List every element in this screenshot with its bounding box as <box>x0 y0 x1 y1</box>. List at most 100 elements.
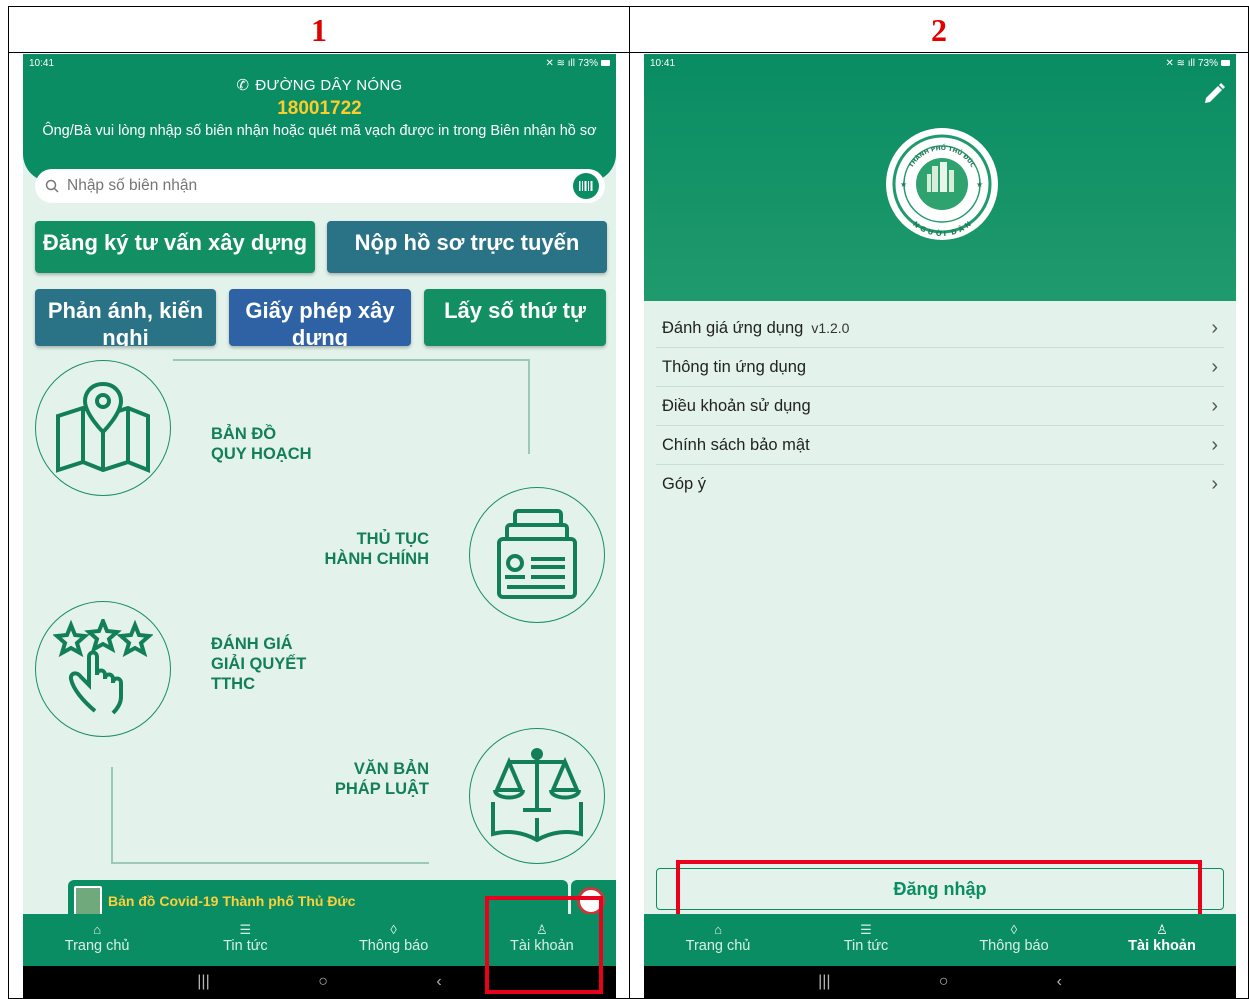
connector-line <box>173 359 529 361</box>
back-icon[interactable]: ‹ <box>436 973 441 991</box>
legal-docs-label-line1: VĂN BẢN <box>353 760 429 778</box>
admin-procedure-label-line2: HÀNH CHÍNH <box>324 550 430 568</box>
tab-news[interactable]: ☰ Tin tức <box>792 914 940 966</box>
home-icon: ⌂ <box>714 922 722 937</box>
planning-map-circle[interactable] <box>35 360 171 496</box>
rating-hand-icon <box>53 619 153 715</box>
recent-apps-icon[interactable]: ||| <box>818 973 830 991</box>
home-icon: ⌂ <box>93 922 102 937</box>
tab-notifications[interactable]: ◊ Thông báo <box>320 914 468 966</box>
menu-item-label: Thông tin ứng dụng <box>662 357 807 376</box>
planning-map-label-line1: BẢN ĐỒ <box>211 425 277 443</box>
city-logo-icon: THÀNH PHỐ THỦ ĐỨC NGƯỜI DÂN ★ ★ <box>892 134 992 236</box>
legal-docs-circle[interactable] <box>469 728 605 864</box>
panel-1: 1 10:41 ✕ ≋ ıll 73% ✆ ĐƯỜNG DÂY NÓNG 180… <box>8 6 630 999</box>
barcode-scan-button[interactable] <box>573 173 599 199</box>
chevron-right-icon: › <box>1211 316 1218 339</box>
connector-line <box>111 862 429 864</box>
queue-number-button[interactable]: Lấy số thứ tự <box>424 289 606 346</box>
comparison-frame: 1 10:41 ✕ ≋ ıll 73% ✆ ĐƯỜNG DÂY NÓNG 180… <box>0 0 1249 999</box>
signal-icon: ✕ ≋ ıll <box>1165 57 1195 69</box>
submit-online-button[interactable]: Nộp hồ sơ trực tuyến <box>327 221 607 273</box>
account-menu: Đánh giá ứng dụng v1.2.0 › Thông tin ứng … <box>656 309 1224 504</box>
tab-home[interactable]: ⌂ Trang chủ <box>644 914 792 966</box>
evaluation-label[interactable]: ĐÁNH GIÁ GIẢI QUYẾT TTHC <box>211 634 306 694</box>
building-permit-button[interactable]: Giấy phép xây dựng <box>229 289 411 346</box>
evaluation-label-line3: TTHC <box>211 675 255 693</box>
home-nav-icon[interactable]: ○ <box>939 973 949 991</box>
highlight-account-tab <box>485 896 603 994</box>
admin-procedure-label[interactable]: THỦ TỤC HÀNH CHÍNH <box>303 529 430 569</box>
legal-docs-label-line2: PHÁP LUẬT <box>334 780 429 798</box>
home-nav-icon[interactable]: ○ <box>318 973 328 991</box>
tab-news-label: Tin tức <box>223 938 268 954</box>
admin-procedure-circle[interactable] <box>469 487 605 623</box>
tab-home[interactable]: ⌂ Trang chủ <box>23 914 171 966</box>
phone-screen-home: 10:41 ✕ ≋ ıll 73% ✆ ĐƯỜNG DÂY NÓNG 18001… <box>23 54 616 998</box>
tab-notifications[interactable]: ◊ Thông báo <box>940 914 1088 966</box>
menu-item-feedback[interactable]: Góp ý › <box>656 465 1224 504</box>
scales-book-icon <box>491 748 583 843</box>
user-icon: ♙ <box>1156 922 1168 937</box>
panel-number-1: 1 <box>9 7 629 53</box>
battery-icon <box>1221 60 1230 66</box>
hotline-header: ✆ ĐƯỜNG DÂY NÓNG 18001722 Ông/Bà vui lòn… <box>23 72 616 182</box>
menu-item-app-info[interactable]: Thông tin ứng dụng › <box>656 348 1224 387</box>
news-icon: ☰ <box>860 922 872 937</box>
connector-line <box>111 767 113 862</box>
planning-map-label-line2: QUY HOẠCH <box>211 445 312 463</box>
feedback-button[interactable]: Phản ánh, kiến nghị <box>35 289 216 346</box>
battery-level: 73% <box>577 57 598 69</box>
svg-text:★: ★ <box>900 180 907 189</box>
barcode-icon <box>579 181 593 191</box>
search-bar <box>35 169 605 203</box>
status-bar: 10:41 ✕ ≋ ıll 73% <box>23 54 616 72</box>
status-time: 10:41 <box>29 57 55 69</box>
menu-item-terms[interactable]: Điều khoản sử dụng › <box>656 387 1224 426</box>
panel-number-2: 2 <box>630 7 1248 53</box>
menu-item-label: Chính sách bảo mật <box>662 435 810 454</box>
tab-notifications-label: Thông báo <box>979 938 1049 954</box>
legal-docs-label[interactable]: VĂN BẢN PHÁP LUẬT <box>303 759 429 799</box>
status-icons: ✕ ≋ ıll 73% <box>1165 58 1230 69</box>
phone-screen-account: 10:41 ✕ ≋ ıll 73% THÀNH PHỐ THỦ ĐỨC NGƯỜ… <box>644 54 1236 998</box>
phone-icon: ✆ <box>236 77 250 94</box>
tab-home-label: Trang chủ <box>64 938 130 954</box>
app-version: v1.2.0 <box>811 319 850 336</box>
hotline-title-row: ✆ ĐƯỜNG DÂY NÓNG <box>27 74 612 96</box>
recent-apps-icon[interactable]: ||| <box>197 973 209 991</box>
tab-news-label: Tin tức <box>843 938 889 954</box>
menu-item-label: Đánh giá ứng dụng <box>662 318 804 337</box>
chevron-right-icon: › <box>1211 433 1218 456</box>
register-consult-button[interactable]: Đăng ký tư vấn xây dựng <box>35 221 315 273</box>
signal-icon: ✕ ≋ ıll <box>545 57 575 69</box>
tab-home-label: Trang chủ <box>685 938 751 954</box>
hotline-number[interactable]: 18001722 <box>27 96 612 122</box>
battery-level: 73% <box>1197 57 1218 69</box>
tab-account[interactable]: ♙ Tài khoản <box>1088 914 1236 966</box>
search-icon <box>45 179 59 193</box>
receipt-number-input[interactable] <box>67 177 573 195</box>
tab-account-label: Tài khoản <box>1128 938 1196 954</box>
instruction-text: Ông/Bà vui lòng nhập số biên nhận hoặc q… <box>42 123 597 139</box>
menu-item-rate-app[interactable]: Đánh giá ứng dụng v1.2.0 › <box>656 309 1224 348</box>
menu-item-privacy[interactable]: Chính sách bảo mật › <box>656 426 1224 465</box>
evaluation-label-line2: GIẢI QUYẾT <box>211 655 307 673</box>
evaluation-circle[interactable] <box>35 601 171 737</box>
panel-2: 2 10:41 ✕ ≋ ıll 73% THÀNH PHỐ THỦ ĐỨC NG… <box>629 6 1249 999</box>
back-icon[interactable]: ‹ <box>1057 973 1062 991</box>
menu-item-label: Điều khoản sử dụng <box>662 396 811 415</box>
chevron-right-icon: › <box>1211 473 1218 495</box>
svg-text:★: ★ <box>976 180 983 189</box>
admin-procedure-label-line1: THỦ TỤC <box>356 530 429 548</box>
status-icons: ✕ ≋ ıll 73% <box>545 58 610 69</box>
status-bar: 10:41 ✕ ≋ ıll 73% <box>644 54 1236 72</box>
profile-header: THÀNH PHỐ THỦ ĐỨC NGƯỜI DÂN ★ ★ <box>644 72 1236 301</box>
map-pin-icon <box>56 381 150 473</box>
bell-icon: ◊ <box>1010 922 1018 937</box>
banner-thumbnail <box>74 885 102 916</box>
tab-news[interactable]: ☰ Tin tức <box>171 914 319 966</box>
planning-map-label[interactable]: BẢN ĐỒ QUY HOẠCH <box>211 424 312 464</box>
news-icon: ☰ <box>239 922 252 937</box>
edit-icon[interactable] <box>1202 82 1226 106</box>
